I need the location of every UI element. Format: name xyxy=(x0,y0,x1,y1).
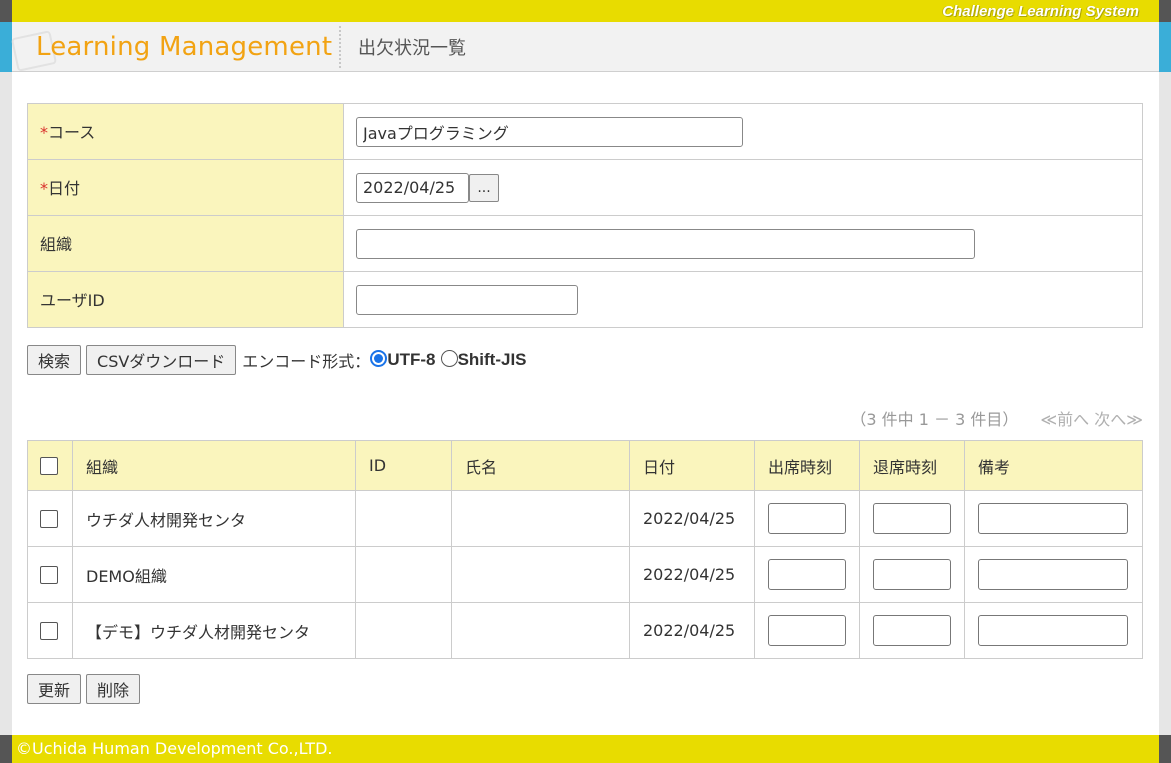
user-id-label: ユーザID xyxy=(27,271,344,328)
course-label: *コース xyxy=(27,103,344,160)
page-title: 出欠状況一覧 xyxy=(358,38,466,59)
table-row: DEMO組織 2022/04/25 xyxy=(27,546,1143,603)
col-org: 組織 xyxy=(72,440,356,491)
required-mark: * xyxy=(40,179,48,198)
org-input[interactable] xyxy=(356,228,975,259)
table-header: 組織 ID 氏名 日付 出席時刻 退席時刻 備考 xyxy=(27,440,1143,491)
remarks-input[interactable] xyxy=(978,615,1128,646)
search-button[interactable]: 検索 xyxy=(27,345,82,375)
row-checkbox[interactable] xyxy=(40,622,58,641)
col-date: 日付 xyxy=(629,440,755,491)
update-button[interactable]: 更新 xyxy=(27,674,82,704)
utf8-radio[interactable] xyxy=(370,350,388,367)
row-id xyxy=(355,490,452,547)
course-label-text: コース xyxy=(48,123,96,142)
frame-right xyxy=(1159,0,1171,763)
date-picker-button[interactable]: ... xyxy=(469,173,499,202)
copyright: ©Uchida Human Development Co.,LTD. xyxy=(16,739,333,758)
row-name xyxy=(451,546,630,603)
row-date: 2022/04/25 xyxy=(629,490,755,547)
row-org: DEMO組織 xyxy=(72,546,356,603)
csv-download-button[interactable]: CSVダウンロード xyxy=(86,345,237,375)
user-id-input[interactable] xyxy=(356,284,578,315)
checkin-input[interactable] xyxy=(768,615,846,646)
system-name: Challenge Learning System xyxy=(942,3,1139,20)
header-accent-right xyxy=(1159,22,1171,72)
delete-button[interactable]: 削除 xyxy=(86,674,141,704)
checkin-input[interactable] xyxy=(768,559,846,590)
org-row: 組織 xyxy=(27,215,1143,272)
checkout-input[interactable] xyxy=(873,615,951,646)
app-logo[interactable]: Learning Management xyxy=(36,32,332,62)
checkout-input[interactable] xyxy=(873,503,951,534)
row-org: ウチダ人材開発センタ xyxy=(72,490,356,547)
prev-link[interactable]: ≪前へ xyxy=(1040,410,1089,429)
row-date: 2022/04/25 xyxy=(629,546,755,603)
select-all-checkbox[interactable] xyxy=(40,457,58,476)
course-input[interactable] xyxy=(356,116,743,147)
row-name xyxy=(451,602,630,659)
row-name xyxy=(451,490,630,547)
utf8-label[interactable]: UTF-8 xyxy=(387,350,435,369)
search-form: *コース *日付 ... 組織 ユーザID xyxy=(27,103,1143,328)
date-row: *日付 ... xyxy=(27,159,1143,216)
row-id xyxy=(355,546,452,603)
date-label-text: 日付 xyxy=(48,179,81,198)
course-row: *コース xyxy=(27,103,1143,160)
table-row: 【デモ】ウチダ人材開発センタ 2022/04/25 xyxy=(27,602,1143,659)
encode-label: エンコード形式： xyxy=(242,352,371,371)
required-mark: * xyxy=(40,123,48,142)
remarks-input[interactable] xyxy=(978,559,1128,590)
col-remarks: 備考 xyxy=(964,440,1143,491)
row-checkbox[interactable] xyxy=(40,566,58,585)
col-id: ID xyxy=(355,440,452,491)
frame-left xyxy=(0,0,12,763)
row-date: 2022/04/25 xyxy=(629,602,755,659)
row-org: 【デモ】ウチダ人材開発センタ xyxy=(72,602,356,659)
app-header: Learning Management 出欠状況一覧 xyxy=(0,22,1171,72)
attendance-table: 組織 ID 氏名 日付 出席時刻 退席時刻 備考 ウチダ人材開発センタ 2022… xyxy=(27,440,1143,659)
next-link[interactable]: 次へ≫ xyxy=(1094,410,1143,429)
checkin-input[interactable] xyxy=(768,503,846,534)
search-actions: 検索 CSVダウンロード エンコード形式： UTF-8 Shift-JIS xyxy=(27,345,527,375)
date-label: *日付 xyxy=(27,159,344,216)
col-checkout: 退席時刻 xyxy=(859,440,965,491)
pager: （3 件中 1 － 3 件目） ≪前へ 次へ≫ xyxy=(850,406,1143,430)
remarks-input[interactable] xyxy=(978,503,1128,534)
table-actions: 更新 削除 xyxy=(27,674,141,704)
org-label: 組織 xyxy=(27,215,344,272)
row-checkbox[interactable] xyxy=(40,510,58,529)
table-row: ウチダ人材開発センタ 2022/04/25 xyxy=(27,490,1143,547)
date-input[interactable] xyxy=(356,172,469,203)
top-bar: Challenge Learning System xyxy=(0,0,1171,22)
col-name: 氏名 xyxy=(451,440,630,491)
header-accent-left xyxy=(0,22,12,72)
shiftjis-radio[interactable] xyxy=(440,350,458,367)
shiftjis-label[interactable]: Shift-JIS xyxy=(458,350,527,369)
header-divider xyxy=(339,26,341,68)
result-count: （3 件中 1 － 3 件目） xyxy=(850,410,1019,429)
footer: ©Uchida Human Development Co.,LTD. xyxy=(0,735,1171,763)
row-id xyxy=(355,602,452,659)
user-id-row: ユーザID xyxy=(27,271,1143,328)
col-checkin: 出席時刻 xyxy=(754,440,860,491)
checkout-input[interactable] xyxy=(873,559,951,590)
